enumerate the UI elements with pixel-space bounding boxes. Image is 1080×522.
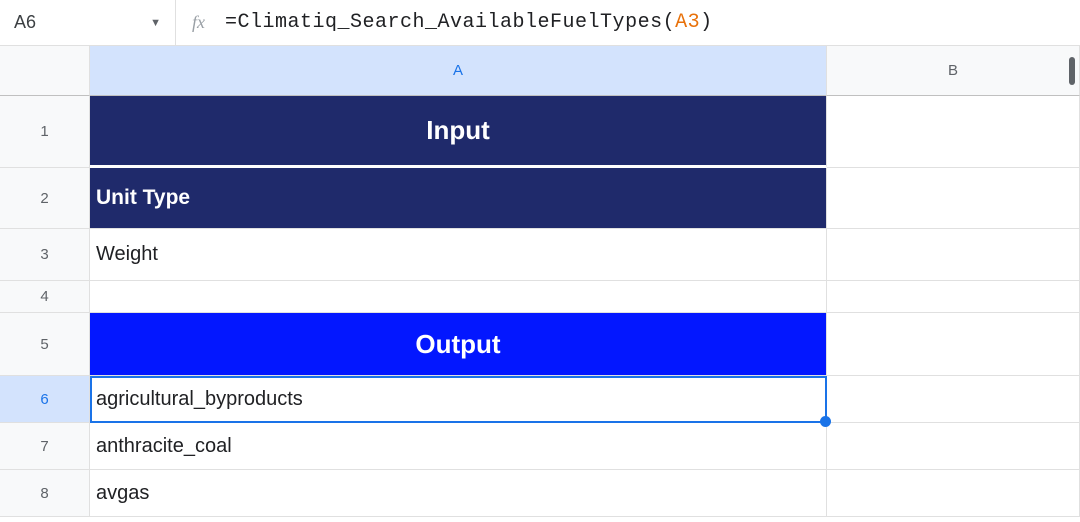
cell-a1[interactable]: Input <box>90 96 827 168</box>
cell-b3[interactable] <box>827 229 1080 281</box>
cell-b8[interactable] <box>827 470 1080 517</box>
row-header-2[interactable]: 2 <box>0 168 90 229</box>
row-header-6[interactable]: 6 <box>0 376 90 423</box>
cell-b5[interactable] <box>827 313 1080 376</box>
cell-reference-box[interactable]: A6 ▼ <box>0 0 176 45</box>
cell-b2[interactable] <box>827 168 1080 229</box>
select-all-corner[interactable] <box>0 46 90 96</box>
cell-a3[interactable]: Weight <box>90 229 827 281</box>
row-header-7[interactable]: 7 <box>0 423 90 470</box>
cell-b7[interactable] <box>827 423 1080 470</box>
row-headers: 1 2 3 4 5 6 7 8 <box>0 96 90 517</box>
row-header-8[interactable]: 8 <box>0 470 90 517</box>
fx-icon[interactable]: fx <box>176 12 221 33</box>
cell-a2[interactable]: Unit Type <box>90 168 827 229</box>
cell-a8[interactable]: avgas <box>90 470 827 517</box>
dropdown-icon[interactable]: ▼ <box>150 17 161 29</box>
formula-input[interactable]: =Climatiq_Search_AvailableFuelTypes(A3) <box>221 11 713 34</box>
cell-a7[interactable]: anthracite_coal <box>90 423 827 470</box>
cell-a5[interactable]: Output <box>90 313 827 376</box>
column-headers: A B <box>90 46 1080 96</box>
cell-reference: A6 <box>14 12 142 33</box>
spreadsheet-grid: A B <box>0 46 1080 96</box>
row-header-4[interactable]: 4 <box>0 281 90 313</box>
row-header-1[interactable]: 1 <box>0 96 90 168</box>
cell-b4[interactable] <box>827 281 1080 313</box>
formula-argument: A3 <box>675 11 700 34</box>
formula-text-prefix: =Climatiq_Search_AvailableFuelTypes( <box>225 11 675 34</box>
cell-a6[interactable]: agricultural_byproducts <box>90 376 827 423</box>
scroll-indicator[interactable] <box>1069 57 1075 85</box>
column-header-a[interactable]: A <box>90 46 827 96</box>
formula-bar: A6 ▼ fx =Climatiq_Search_AvailableFuelTy… <box>0 0 1080 46</box>
column-header-b[interactable]: B <box>827 46 1080 96</box>
column-header-b-label: B <box>948 62 958 79</box>
formula-text-suffix: ) <box>700 11 713 34</box>
grid-body: Input Unit Type Weight Output agricultur… <box>90 96 1080 517</box>
cell-a4[interactable] <box>90 281 827 313</box>
cell-b6[interactable] <box>827 376 1080 423</box>
row-header-3[interactable]: 3 <box>0 229 90 281</box>
row-header-5[interactable]: 5 <box>0 313 90 376</box>
grid-content: 1 2 3 4 5 6 7 8 Input Unit Type Weight O… <box>0 96 1080 517</box>
cell-b1[interactable] <box>827 96 1080 168</box>
